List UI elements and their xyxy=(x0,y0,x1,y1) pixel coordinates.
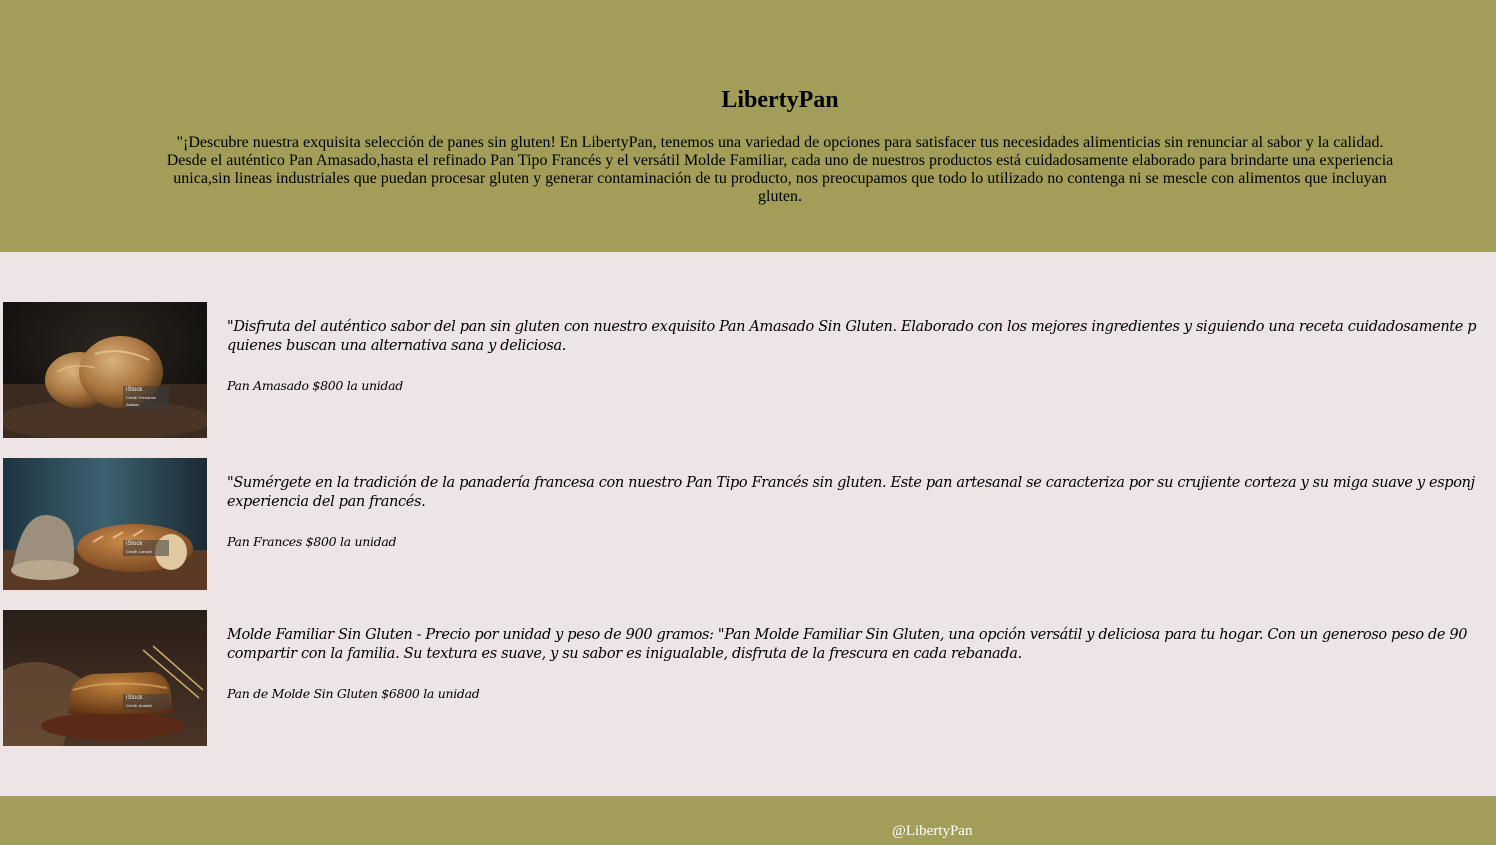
product-description-line-2: experiencia del pan francés. xyxy=(227,494,426,510)
product-description: Molde Familiar Sin Gluten - Precio por u… xyxy=(227,626,1496,664)
site-footer: @LibertyPan xyxy=(0,796,1496,845)
pan-amasado-photo: iStock Credit: Fernando Astasio xyxy=(3,302,207,438)
site-title: LibertyPan xyxy=(721,87,839,113)
product-description-line-2: quienes buscan una alternativa sana y de… xyxy=(227,338,567,354)
istock-watermark: iStock Credit: Lanoch xyxy=(123,540,169,556)
footer-social-handle[interactable]: @LibertyPan xyxy=(892,822,972,840)
product-description: "Sumérgete en la tradición de la panader… xyxy=(227,474,1496,512)
watermark-label: iStock xyxy=(126,541,143,547)
product-list: iStock Credit: Fernando Astasio "Disfrut… xyxy=(0,252,1496,796)
product-card-pan-amasado: iStock Credit: Fernando Astasio "Disfrut… xyxy=(3,302,1496,438)
pan-molde-photo: iStock Credit: Anatolii xyxy=(3,610,207,746)
watermark-credit: Credit: Lanoch xyxy=(126,549,153,554)
product-description-line-1: "Disfruta del auténtico sabor del pan si… xyxy=(227,319,1477,335)
product-description-line-2: compartir con la familia. Su textura es … xyxy=(227,646,1022,662)
istock-watermark: iStock Credit: Anatolii xyxy=(123,694,169,710)
product-card-pan-molde: iStock Credit: Anatolii Molde Familiar S… xyxy=(3,610,1496,746)
watermark-label: iStock xyxy=(126,387,143,393)
product-price: Pan Frances $800 la unidad xyxy=(227,534,397,549)
product-description-line-1: "Sumérgete en la tradición de la panader… xyxy=(227,475,1475,491)
product-price: Pan de Molde Sin Gluten $6800 la unidad xyxy=(227,686,480,701)
istock-watermark: iStock Credit: Fernando Astasio xyxy=(123,386,169,409)
product-description-line-1: Molde Familiar Sin Gluten - Precio por u… xyxy=(227,627,1468,643)
watermark-credit: Credit: Fernando Astasio xyxy=(126,395,157,407)
product-price: Pan Amasado $800 la unidad xyxy=(227,378,403,393)
intro-paragraph: "¡Descubre nuestra exquisita selección d… xyxy=(166,134,1394,205)
watermark-credit: Credit: Anatolii xyxy=(126,703,152,708)
pan-frances-photo: iStock Credit: Lanoch xyxy=(3,458,207,590)
watermark-label: iStock xyxy=(126,695,143,701)
product-description: "Disfruta del auténtico sabor del pan si… xyxy=(227,318,1496,356)
site-header: LibertyPan "¡Descubre nuestra exquisita … xyxy=(0,0,1496,252)
product-card-pan-frances: iStock Credit: Lanoch "Sumérgete en la t… xyxy=(3,458,1496,590)
